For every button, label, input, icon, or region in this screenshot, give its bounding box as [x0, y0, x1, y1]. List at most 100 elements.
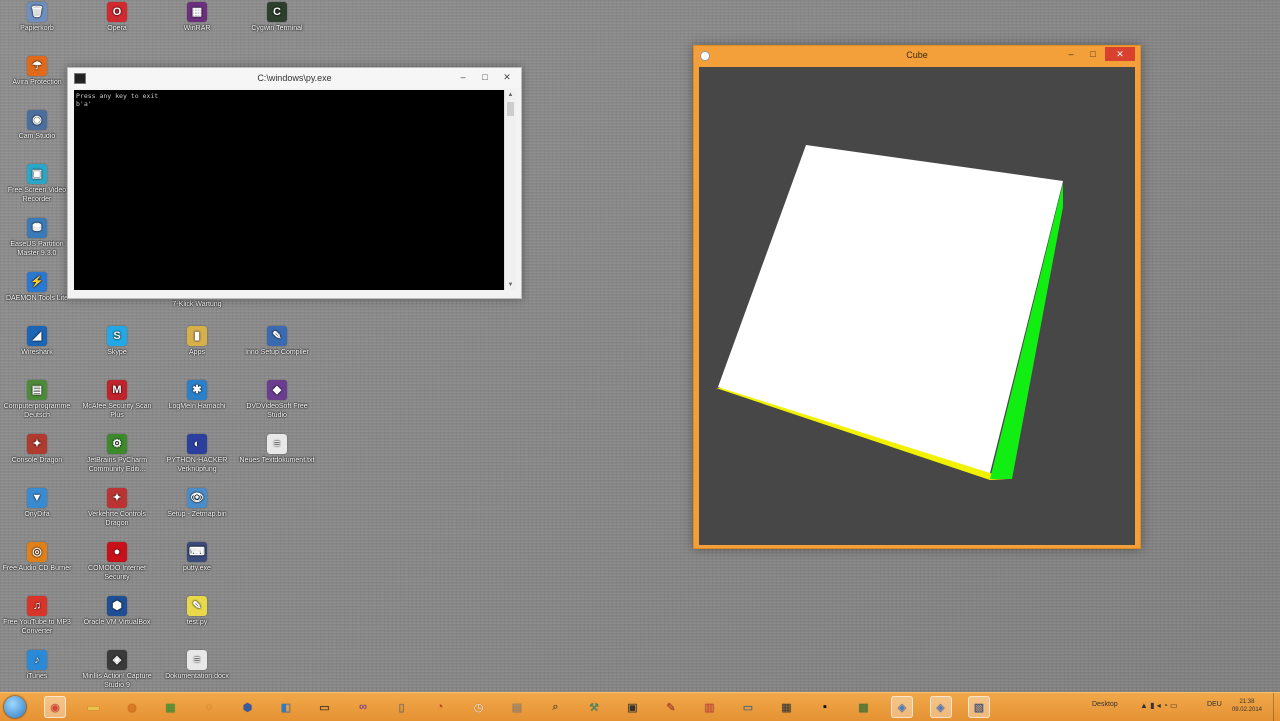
clock[interactable]: 21:38 09.02.2014	[1232, 698, 1262, 714]
editor-icon: ✎	[666, 701, 676, 714]
minimize-button[interactable]: –	[1061, 47, 1081, 61]
app-icon: ◆	[267, 380, 287, 400]
desktop-icon[interactable]: ▼ OnyDifa	[0, 488, 75, 519]
desktop-icon[interactable]: ♪ iTunes	[0, 650, 75, 681]
taskbar-python-button[interactable]: ◈	[891, 696, 913, 718]
desktop-icon[interactable]: ◐ PYTHON-HACKER Verknüpfung	[159, 434, 235, 474]
render-viewport[interactable]	[699, 67, 1135, 545]
scroll-down-icon[interactable]: ▼	[505, 280, 516, 290]
app-icon: ✎	[267, 326, 287, 346]
desktop-icon-label: Apps	[189, 349, 205, 356]
app-icon: ▮	[187, 326, 207, 346]
desktop-icon[interactable]: 🗑 Papierkorb	[0, 2, 75, 33]
taskbar-media-button[interactable]: ▣	[622, 696, 644, 718]
taskbar-monitor-button[interactable]: ▭	[737, 696, 759, 718]
taskbar-spreadsheet-button[interactable]: ▦	[160, 696, 182, 718]
app-icon: ≡	[187, 650, 207, 670]
phone-icon: ▯	[398, 701, 405, 714]
desktop-icon[interactable]: ◢ Wireshark	[0, 326, 75, 357]
desktop-icon[interactable]: ▦ WinRAR	[159, 2, 235, 33]
desktop-icon[interactable]: 👁 Setup - Zetmap.bin	[159, 488, 235, 519]
desktop-icon[interactable]: ✎ test.py	[159, 596, 235, 627]
desktop-icon[interactable]: ✱ LogMeIn Hamachi	[159, 380, 235, 411]
taskbar-remote-desktop-button[interactable]: ◧	[275, 696, 297, 718]
cube-window[interactable]: Cube – □ ✕	[693, 45, 1141, 549]
console-output[interactable]: Press any key to exit b'a'	[74, 90, 504, 290]
cube-title: Cube	[906, 50, 928, 60]
desktop-icon[interactable]: ◎ Free Audio CD Burner	[0, 542, 75, 573]
taskbar-firefox-button[interactable]: ◍	[121, 696, 143, 718]
desktop-icon[interactable]: ◉ Cam Studio	[0, 110, 75, 141]
desktop-icon[interactable]: C Cygwin Terminal	[239, 2, 315, 33]
desktop-icon[interactable]: S Skype	[79, 326, 155, 357]
taskbar-image-button[interactable]: ▧	[968, 696, 990, 718]
taskbar-terminal-button[interactable]: ▭	[314, 696, 336, 718]
app-icon: ✦	[27, 434, 47, 454]
taskbar-console-button[interactable]: ▪	[814, 696, 836, 718]
taskbar-notes-button[interactable]: ▥	[699, 696, 721, 718]
desktop-icon[interactable]: ≡ Neues Textdokument.txt	[239, 434, 315, 465]
taskbar-editor-button[interactable]: ✎	[660, 696, 682, 718]
taskbar-scanner-button[interactable]: ▤	[506, 696, 528, 718]
desktop-icon[interactable]: ⌨ putty.exe	[159, 542, 235, 573]
desktop-icon-label: LogMeIn Hamachi	[168, 403, 226, 410]
desktop-icon[interactable]: ◆ DVDVideoSoft Free Studio	[239, 380, 315, 420]
desktop-icon-label[interactable]: 7-Klick Wartung	[159, 300, 235, 309]
taskbar-clock-app-button[interactable]: ◔	[429, 696, 451, 718]
taskbar-file-explorer-button[interactable]: ▬	[83, 696, 105, 718]
close-button[interactable]: ✕	[497, 70, 517, 84]
desktop-icon[interactable]: ⚡ DAEMON Tools Lite	[0, 272, 75, 303]
taskbar-virtualbox-button[interactable]: ⬢	[237, 696, 259, 718]
taskbar-blender-button[interactable]: ◌	[198, 696, 220, 718]
desktop-toolbar-label[interactable]: Desktop	[1092, 701, 1118, 708]
desktop-icon[interactable]: ● COMODO Internet Security	[79, 542, 155, 582]
start-button[interactable]	[4, 696, 26, 718]
taskbar-visual-studio-button[interactable]: ∞	[352, 696, 374, 718]
maximize-button[interactable]: □	[1083, 47, 1103, 61]
console-title: C:\windows\py.exe	[257, 73, 332, 83]
desktop-icon[interactable]: ▮ Apps	[159, 326, 235, 357]
cube-titlebar[interactable]: Cube – □ ✕	[694, 46, 1140, 65]
app-icon: ●	[107, 542, 127, 562]
taskbar-python-2-button[interactable]: ◈	[929, 696, 952, 718]
console-window[interactable]: C:\windows\py.exe – □ ✕ Press any key to…	[67, 67, 522, 299]
taskbar-search-button[interactable]: ⌕	[545, 696, 567, 718]
scroll-thumb[interactable]	[507, 102, 514, 116]
desktop-icon[interactable]: ⛃ EaseUS Partition Master 9.3.0	[0, 218, 75, 258]
desktop-icon-label: Wireshark	[21, 349, 53, 356]
minimize-button[interactable]: –	[453, 70, 473, 84]
desktop-icon[interactable]: ☂ Avira Protection	[0, 56, 75, 87]
desktop-icon[interactable]: ♫ Free YouTube to MP3 Converter	[0, 596, 75, 636]
desktop-icon-label: Opera	[107, 25, 127, 32]
taskbar-chrome-button[interactable]: ◉	[44, 696, 66, 718]
desktop-icon[interactable]: O Opera	[79, 2, 155, 33]
taskbar-phone-button[interactable]: ▯	[391, 696, 413, 718]
desktop-icon[interactable]: ✎ Inno Setup Compiler	[239, 326, 315, 357]
show-desktop-button[interactable]	[1273, 693, 1280, 721]
maximize-button[interactable]: □	[475, 70, 495, 84]
language-indicator[interactable]: DEU	[1207, 701, 1222, 708]
tool-icon: ⚒	[589, 701, 599, 714]
console-titlebar[interactable]: C:\windows\py.exe – □ ✕	[68, 68, 521, 88]
taskbar-tool-button[interactable]: ⚒	[583, 696, 605, 718]
desktop-icon-label: putty.exe	[183, 565, 211, 572]
taskbar-network-button[interactable]: ▦	[776, 696, 798, 718]
desktop-icon[interactable]: ▣ Free Screen Video Recorder	[0, 164, 75, 204]
chrome-icon: ◉	[50, 701, 60, 714]
desktop-icon[interactable]: ✦ Console Dragon	[0, 434, 75, 465]
tray-icons[interactable]: ▲ ▮ ◂ ◔ ▭	[1140, 701, 1178, 710]
desktop-icon[interactable]: M McAfee Security Scan Plus	[79, 380, 155, 420]
app-icon: O	[107, 2, 127, 22]
taskbar-game-button[interactable]: ▩	[853, 696, 875, 718]
desktop-icon[interactable]: ≡ Dokumentation.docx	[159, 650, 235, 681]
desktop-icon[interactable]: ✦ Verkehrte Controls Dragon	[79, 488, 155, 528]
desktop-icon[interactable]: ◈ Mirillis Action! Capture Studio 9	[79, 650, 155, 690]
close-button[interactable]: ✕	[1105, 47, 1135, 61]
taskbar-timer-button[interactable]: ◷	[468, 696, 490, 718]
scroll-up-icon[interactable]: ▲	[505, 90, 516, 100]
desktop-icon-label: Console Dragon	[11, 457, 63, 464]
desktop-icon[interactable]: ▤ Computerprogramme Deutsch	[0, 380, 75, 420]
desktop-icon[interactable]: ⚙ JetBrains PyCharm Community Editi...	[79, 434, 155, 474]
desktop-icon[interactable]: ⬢ Oracle VM VirtualBox	[79, 596, 155, 627]
console-scrollbar[interactable]: ▲ ▼	[504, 90, 516, 290]
